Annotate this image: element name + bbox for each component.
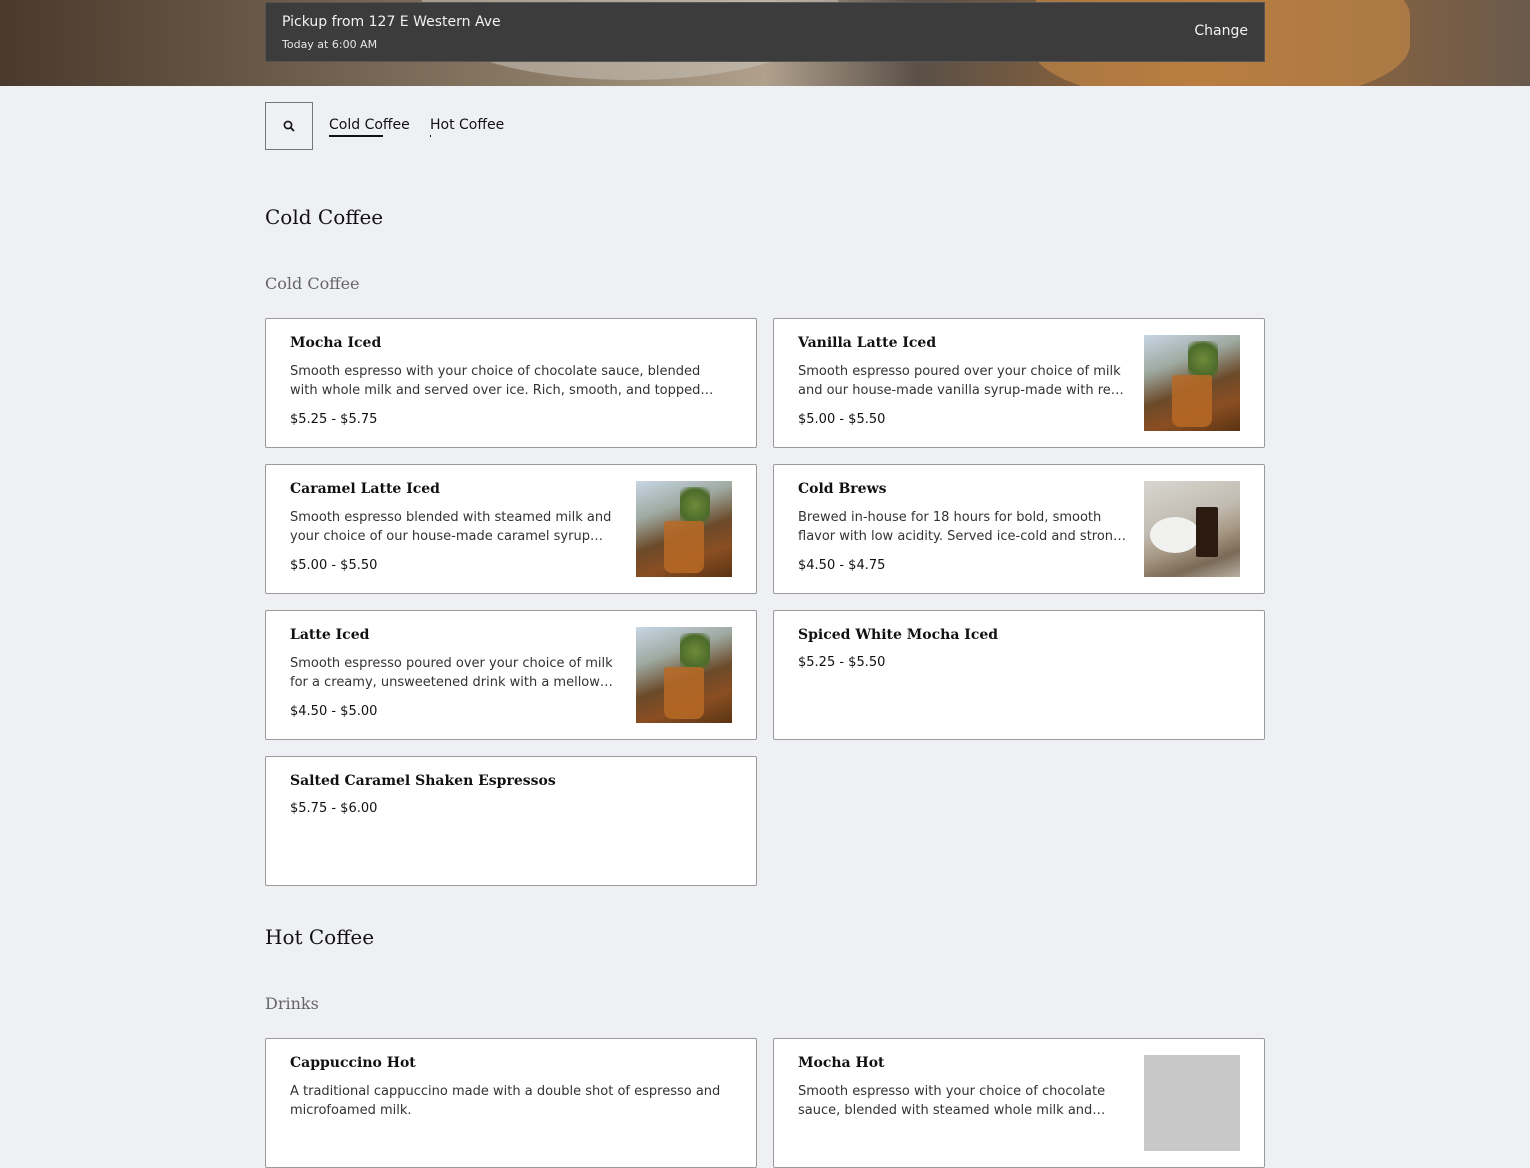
item-price: $5.00 - $5.50 [798, 412, 886, 427]
item-name: Vanilla Latte Iced [798, 335, 937, 351]
section-title-cold-coffee: Cold Coffee [265, 205, 384, 229]
pickup-time: Today at 6:00 AM [282, 38, 378, 51]
item-photo [1144, 481, 1240, 577]
subsection-title-drinks: Drinks [265, 994, 319, 1013]
menu-item-card[interactable]: Caramel Latte Iced Smooth espresso blend… [265, 464, 757, 594]
item-description: Smooth espresso with your choice of choc… [798, 1084, 1106, 1118]
item-description: A traditional cappuccino made with a dou… [290, 1084, 721, 1118]
item-name: Spiced White Mocha Iced [798, 627, 999, 643]
item-price: $5.25 - $5.50 [798, 655, 886, 670]
item-name: Cappuccino Hot [290, 1055, 416, 1071]
menu-item-card[interactable]: Mocha Hot Smooth espresso with your choi… [773, 1038, 1265, 1168]
menu-item-card[interactable]: Cappuccino Hot A traditional cappuccino … [265, 1038, 757, 1168]
item-price: $5.00 - $5.50 [290, 558, 378, 573]
tab-hot-coffee[interactable]: Hot Coffee [430, 117, 504, 137]
item-name: Cold Brews [798, 481, 887, 497]
menu-item-card[interactable]: Salted Caramel Shaken Espressos $5.75 - … [265, 756, 757, 886]
section-title-hot-coffee: Hot Coffee [265, 925, 375, 949]
tab-cold-coffee[interactable]: Cold Coffee [329, 117, 410, 137]
item-price: $4.50 - $5.00 [290, 704, 378, 719]
menu-item-card[interactable]: Latte Iced Smooth espresso poured over y… [265, 610, 757, 740]
search-icon [283, 120, 295, 132]
item-name: Mocha Hot [798, 1055, 885, 1071]
menu-category-nav: Cold Coffee Hot Coffee [265, 102, 1265, 150]
search-button[interactable] [265, 102, 313, 150]
menu-item-card[interactable]: Spiced White Mocha Iced $5.25 - $5.50 [773, 610, 1265, 740]
menu-item-card[interactable]: Mocha Iced Smooth espresso with your cho… [265, 318, 757, 448]
item-price: $5.25 - $5.75 [290, 412, 378, 427]
item-name: Caramel Latte Iced [290, 481, 440, 497]
item-description: Smooth espresso blended with steamed mil… [290, 510, 612, 544]
pickup-location: Pickup from 127 E Western Ave [282, 14, 501, 30]
item-photo-placeholder [1144, 1055, 1240, 1151]
item-description: Smooth espresso poured over your choice … [798, 364, 1123, 398]
item-name: Latte Iced [290, 627, 370, 643]
change-pickup-button[interactable]: Change [1194, 23, 1248, 39]
menu-item-card[interactable]: Vanilla Latte Iced Smooth espresso poure… [773, 318, 1265, 448]
item-photo [636, 627, 732, 723]
item-price: $4.50 - $4.75 [798, 558, 886, 573]
item-photo [636, 481, 732, 577]
item-name: Salted Caramel Shaken Espressos [290, 773, 556, 789]
subsection-title-cold-coffee: Cold Coffee [265, 274, 360, 293]
pickup-bar: Pickup from 127 E Western Ave Today at 6… [265, 2, 1265, 62]
item-description: Smooth espresso poured over your choice … [290, 656, 613, 690]
item-price: $5.75 - $6.00 [290, 801, 378, 816]
item-description: Brewed in-house for 18 hours for bold, s… [798, 510, 1126, 544]
item-description: Smooth espresso with your choice of choc… [290, 364, 701, 398]
item-name: Mocha Iced [290, 335, 382, 351]
menu-item-card[interactable]: Cold Brews Brewed in-house for 18 hours … [773, 464, 1265, 594]
item-photo [1144, 335, 1240, 431]
